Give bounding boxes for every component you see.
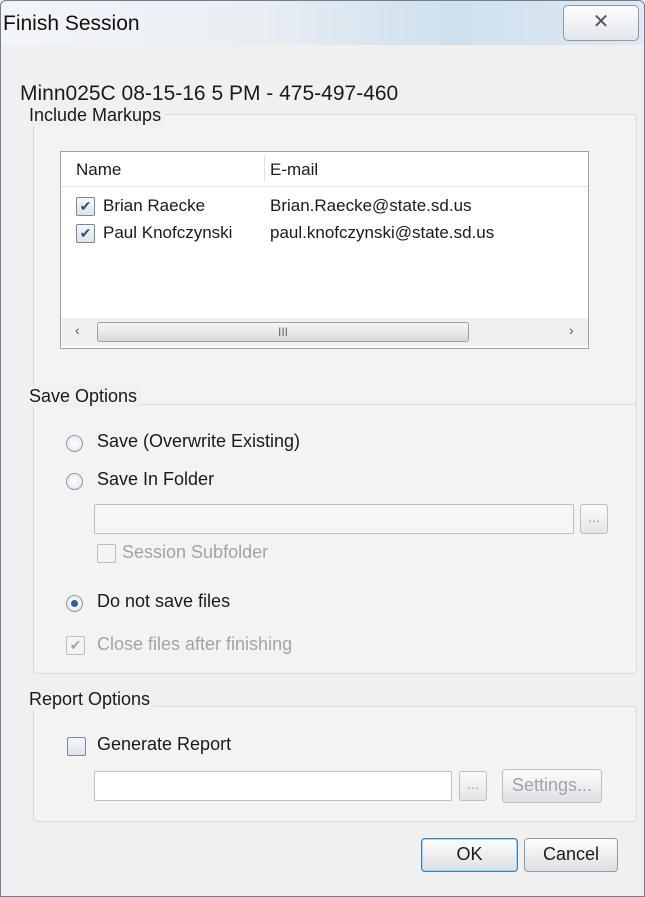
overwrite-label[interactable]: Save (Overwrite Existing) [97,431,300,452]
report-options-group [33,706,637,822]
folder-path-input[interactable] [94,504,574,534]
close-files-checkbox[interactable]: ✔ [66,636,85,655]
ok-button[interactable]: OK [421,838,518,872]
close-button[interactable]: ✕ [563,5,639,41]
list-row[interactable]: ✔ Brian Raecke Brian.Raecke@state.sd.us [61,194,588,220]
markups-list[interactable]: Name E-mail ✔ Brian Raecke Brian.Raecke@… [60,151,589,349]
row-email: Brian.Raecke@state.sd.us [270,196,472,215]
do-not-save-label[interactable]: Do not save files [97,591,230,612]
finish-session-dialog: Finish Session ✕ Minn025C 08-15-16 5 PM … [0,0,645,897]
row-email: paul.knofczynski@state.sd.us [270,223,495,242]
folder-browse-button[interactable]: ... [580,504,608,534]
save-in-folder-label[interactable]: Save In Folder [97,469,214,490]
generate-report-label[interactable]: Generate Report [97,734,231,755]
row-name: Paul Knofczynski [103,223,233,242]
cancel-button[interactable]: Cancel [524,838,618,872]
report-path-input[interactable] [94,771,452,801]
scroll-right-icon[interactable]: › [569,322,574,338]
close-icon: ✕ [592,11,610,33]
list-header: Name E-mail [61,152,588,187]
column-header-email[interactable]: E-mail [270,160,318,180]
generate-report-checkbox[interactable] [67,737,86,756]
include-markups-label: Include Markups [29,105,166,126]
dialog-body: Minn025C 08-15-16 5 PM - 475-497-460 Inc… [10,46,637,882]
radio-overwrite[interactable] [66,435,83,452]
row-checkbox[interactable]: ✔ [76,197,95,216]
report-options-label: Report Options [29,689,155,710]
column-header-name[interactable]: Name [76,160,121,180]
row-checkbox[interactable]: ✔ [76,224,95,243]
session-subfolder-label[interactable]: Session Subfolder [122,542,268,563]
save-options-label: Save Options [29,386,142,407]
radio-save-in-folder[interactable] [66,473,83,490]
dialog-title: Finish Session [3,12,140,35]
horizontal-scrollbar[interactable]: ‹ III › [61,318,588,346]
column-separator[interactable] [264,156,265,182]
radio-do-not-save[interactable] [66,595,83,612]
scroll-left-icon[interactable]: ‹ [75,322,80,338]
close-files-label[interactable]: Close files after finishing [97,634,292,655]
scroll-grip-icon: III [277,325,288,339]
row-name: Brian Raecke [103,196,206,215]
session-subfolder-checkbox[interactable] [97,544,116,563]
report-browse-button[interactable]: ... [459,771,487,801]
scroll-thumb[interactable]: III [97,322,469,342]
list-row[interactable]: ✔ Paul Knofczynski paul.knofczynski@stat… [61,221,588,247]
session-name: Minn025C 08-15-16 5 PM - 475-497-460 [20,82,399,105]
title-bar[interactable]: Finish Session ✕ [1,1,644,45]
settings-button[interactable]: Settings... [502,769,602,803]
